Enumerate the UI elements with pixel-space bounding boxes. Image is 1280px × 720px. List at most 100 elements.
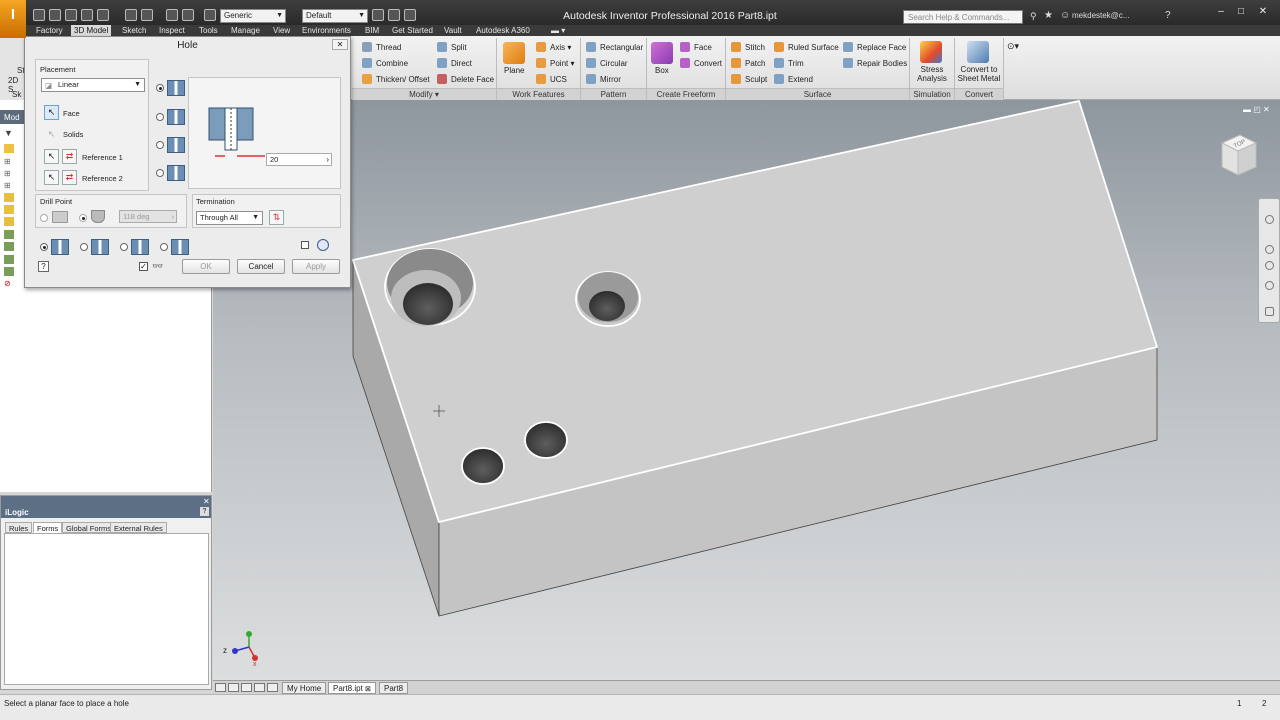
appearance-select[interactable]: Default ▼ [302, 9, 368, 23]
folder-icon[interactable] [4, 217, 14, 226]
split-button[interactable]: Split [437, 42, 467, 52]
tab-view[interactable]: View [270, 25, 293, 36]
reference2-select-button[interactable]: ↖ [44, 170, 59, 185]
drilled-hole[interactable] [524, 421, 568, 459]
graphics-viewport[interactable]: z x ▬ ◰ ✕ [213, 100, 1280, 680]
open-file-icon[interactable] [49, 9, 61, 21]
hole-feature-icon[interactable] [4, 267, 14, 276]
ilogic-help-icon[interactable]: ? [200, 507, 209, 516]
view-cube[interactable]: TOP [1218, 133, 1258, 181]
cancel-button[interactable]: Cancel [237, 259, 285, 274]
termination-flip-button[interactable]: ⇅ [269, 210, 284, 225]
drilled-hole[interactable] [461, 447, 505, 485]
ilogic-forms-area[interactable] [4, 533, 209, 685]
ilogic-tab-external-rules[interactable]: External Rules [110, 522, 167, 533]
save-icon[interactable] [65, 9, 77, 21]
doc-tab-part8-ipt[interactable]: Part8.ipt ⊠ [328, 682, 376, 694]
tab-vault[interactable]: Vault [441, 25, 465, 36]
clearance-hole-radio[interactable] [80, 243, 88, 251]
inferred-checkbox[interactable] [301, 241, 309, 249]
reference1-select-button[interactable]: ↖ [44, 149, 59, 164]
search-icon[interactable]: ⚲ [1030, 11, 1040, 21]
close-tab-icon[interactable]: ⊠ [365, 686, 371, 693]
convert-freeform-button[interactable]: Convert [680, 58, 722, 68]
trim-button[interactable]: Trim [774, 58, 804, 68]
reference1-flip-button[interactable]: ⇄ [62, 149, 77, 164]
taper-tapped-hole-radio[interactable] [160, 243, 168, 251]
ipart-icon[interactable] [317, 239, 329, 251]
tab-factory[interactable]: Factory [33, 25, 66, 36]
tab-inspect[interactable]: Inspect [156, 25, 188, 36]
part-icon[interactable] [4, 144, 14, 153]
thicken-offset-button[interactable]: Thicken/ Offset [362, 74, 430, 84]
doc-tab-my-home[interactable]: My Home [282, 682, 327, 694]
modify-panel-label[interactable]: Modify ▾ [352, 88, 496, 100]
face-select-button[interactable]: ↖ [44, 105, 59, 120]
hole-feature-icon[interactable] [4, 255, 14, 264]
tab-manage[interactable]: Manage [228, 25, 263, 36]
search-input[interactable]: Search Help & Commands... [903, 10, 1023, 24]
close-button[interactable]: ✕ [1254, 6, 1272, 18]
sheet-metal-icon[interactable] [967, 41, 989, 63]
clear-override-icon[interactable] [372, 9, 384, 21]
ilogic-close-icon[interactable]: ✕ [203, 497, 210, 506]
tapped-hole-radio[interactable] [120, 243, 128, 251]
ribbon-options-icon[interactable]: ▬ ▾ [548, 25, 568, 36]
redo-icon[interactable] [97, 9, 109, 21]
box-freeform-icon[interactable] [651, 42, 673, 64]
tab-sketch[interactable]: Sketch [119, 25, 149, 36]
convert-to-sheet-metal-button[interactable]: Convert to Sheet Metal [957, 65, 1001, 83]
rectangular-pattern-button[interactable]: Rectangular [586, 42, 643, 52]
stress-analysis-button[interactable]: Stress Analysis [913, 65, 951, 83]
simple-hole-radio[interactable] [40, 243, 48, 251]
user-name[interactable]: mekdestek@c... [1072, 11, 1129, 20]
plane-button[interactable]: Plane [504, 66, 524, 75]
face-freeform-button[interactable]: Face [680, 42, 712, 52]
measure-icon[interactable] [404, 9, 416, 21]
solids-select-button[interactable]: ↖ [44, 127, 59, 142]
countersink-hole[interactable] [575, 271, 641, 327]
help-icon[interactable]: ? [1165, 10, 1171, 21]
spotface-radio[interactable] [156, 141, 164, 149]
termination-select[interactable]: Through All ▼ [196, 211, 263, 225]
countersink-radio[interactable] [156, 169, 164, 177]
thread-button[interactable]: Thread [362, 42, 401, 52]
tab-bim[interactable]: BIM [362, 25, 382, 36]
counterbore-hole[interactable] [384, 248, 476, 326]
patch-button[interactable]: Patch [731, 58, 765, 68]
combine-button[interactable]: Combine [362, 58, 408, 68]
folder-icon[interactable] [4, 193, 14, 202]
minimize-button[interactable]: – [1212, 6, 1230, 18]
tree-expand-icon[interactable]: ⊞ [4, 157, 14, 166]
tab-autodesk-a360[interactable]: Autodesk A360 [473, 25, 533, 36]
app-logo[interactable]: I [0, 0, 26, 38]
diameter-menu-icon[interactable]: › [326, 154, 329, 165]
counterbore-radio[interactable] [156, 113, 164, 121]
maximize-button[interactable]: □ [1232, 6, 1250, 18]
steering-wheel-icon[interactable] [1265, 215, 1274, 224]
box-button[interactable]: Box [655, 66, 669, 75]
tab-get-started[interactable]: Get Started [389, 25, 436, 36]
replace-face-button[interactable]: Replace Face [843, 42, 906, 52]
drill-angle-input[interactable]: 118 deg › [119, 210, 177, 223]
point-button[interactable]: Point ▾ [536, 58, 574, 68]
preview-checkbox[interactable]: ✓ [139, 262, 148, 271]
orbit-icon[interactable] [1265, 281, 1274, 290]
doc-tab-part8[interactable]: Part8 [379, 682, 409, 694]
tab-3d-model[interactable]: 3D Model [71, 25, 112, 36]
tree-expand-icon[interactable]: ⊞ [4, 169, 14, 178]
new-file-icon[interactable] [33, 9, 45, 21]
ok-button[interactable]: OK [182, 259, 230, 274]
adjust-icon[interactable] [388, 9, 400, 21]
apply-button[interactable]: Apply [292, 259, 340, 274]
properties-icon[interactable] [182, 9, 194, 21]
zoom-icon[interactable] [1265, 261, 1274, 270]
plane-icon[interactable] [503, 42, 525, 64]
mirror-button[interactable]: Mirror [586, 74, 621, 84]
tab-environments[interactable]: Environments [299, 25, 354, 36]
ilogic-tab-rules[interactable]: Rules [5, 522, 33, 533]
ilogic-tab-forms[interactable]: Forms [33, 522, 63, 533]
ilogic-tab-global-forms[interactable]: Global Forms [62, 522, 116, 533]
dialog-close-button[interactable]: ✕ [332, 39, 348, 50]
end-of-part-icon[interactable]: ⊘ [4, 279, 14, 288]
